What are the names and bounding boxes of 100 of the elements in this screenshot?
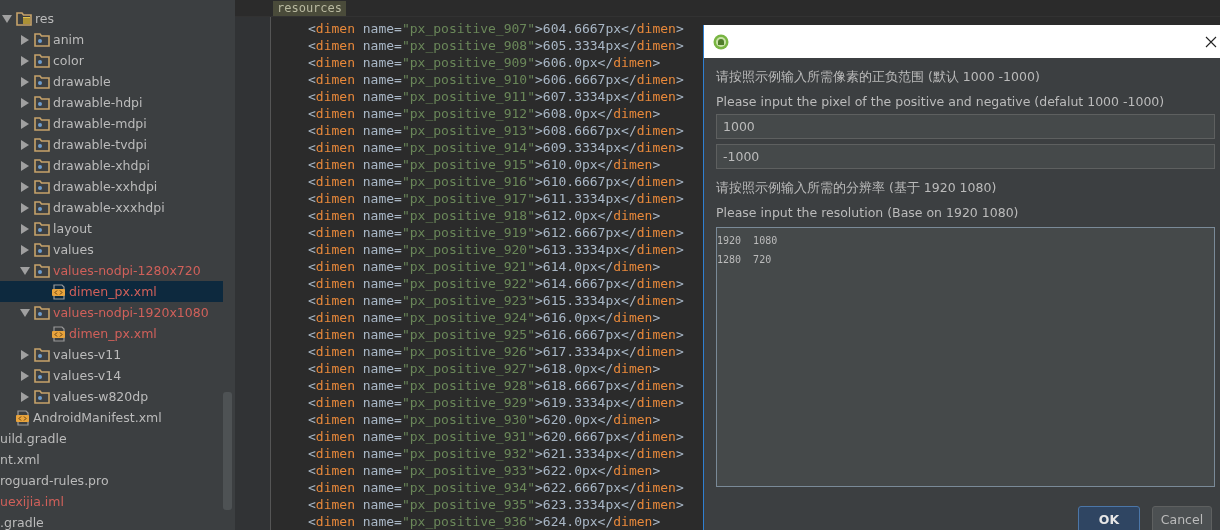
resolution-text-area[interactable]: 1920 1080 1280 720 (716, 227, 1215, 487)
tree-item[interactable]: drawable-mdpi (0, 113, 223, 134)
folder-icon (34, 200, 50, 215)
ok-button[interactable]: OK (1078, 506, 1140, 530)
folder-icon (34, 305, 50, 320)
caret-right-icon[interactable] (21, 139, 29, 150)
resolution-label: 请按照示例输入所需的分辨率 (基于 1920 1080) (716, 179, 998, 197)
code-line: <dimen name="px_positive_925">616.6667px</dimen> (308, 326, 684, 343)
tree-item[interactable]: res (0, 8, 223, 29)
tree-item[interactable]: AndroidManifest.xml (0, 407, 223, 428)
folder-icon (34, 242, 50, 257)
tree-item[interactable]: drawable-xhdpi (0, 155, 223, 176)
xml-file-icon (52, 325, 66, 342)
code-line: <dimen name="px_positive_934">622.6667px</dimen> (308, 479, 684, 496)
tree-item[interactable]: values-v14 (0, 365, 223, 386)
folder-icon (34, 95, 50, 110)
xml-file-icon (16, 409, 30, 426)
caret-right-icon[interactable] (21, 391, 29, 402)
caret-right-icon[interactable] (21, 34, 29, 45)
cancel-button[interactable]: Cancel (1152, 506, 1212, 530)
code-line: <dimen name="px_positive_912">608.0px</dimen> (308, 105, 662, 122)
negative-input-field[interactable]: -1000 (716, 144, 1215, 169)
tree-item[interactable]: layout (0, 218, 223, 239)
range-label: Please input the pixel of the positive and negative (defalut 1000 -1000) (716, 93, 1166, 111)
caret-right-icon[interactable] (21, 181, 29, 192)
folder-icon (34, 389, 50, 404)
tree-item[interactable]: drawable (0, 71, 223, 92)
folder-icon (34, 368, 50, 383)
close-icon[interactable] (1205, 35, 1217, 48)
folder-icon (34, 32, 50, 47)
code-line: <dimen name="px_positive_917">611.3334px</dimen> (308, 190, 684, 207)
folder-icon (34, 347, 50, 362)
folder-icon (34, 137, 50, 152)
caret-down-icon[interactable] (20, 308, 30, 317)
code-line: <dimen name="px_positive_922">614.6667px</dimen> (308, 275, 684, 292)
caret-right-icon[interactable] (21, 118, 29, 129)
code-line: <dimen name="px_positive_918">612.0px</dimen> (308, 207, 662, 224)
tree-item[interactable]: color (0, 50, 223, 71)
tree-item[interactable]: .gradle (0, 512, 223, 530)
folder-icon (34, 221, 50, 236)
code-line: <dimen name="px_positive_926">617.3334px</dimen> (308, 343, 684, 360)
folder-icon (34, 158, 50, 173)
code-line: <dimen name="px_positive_929">619.3334px</dimen> (308, 394, 684, 411)
code-line: <dimen name="px_positive_915">610.0px</dimen> (308, 156, 662, 173)
tree-item[interactable]: values-w820dp (0, 386, 223, 407)
code-line: <dimen name="px_positive_909">606.0px</dimen> (308, 54, 662, 71)
tree-item[interactable]: drawable-hdpi (0, 92, 223, 113)
caret-right-icon[interactable] (21, 223, 29, 234)
caret-right-icon[interactable] (21, 55, 29, 66)
code-line: <dimen name="px_positive_908">605.3334px</dimen> (308, 37, 684, 54)
folder-icon (34, 53, 50, 68)
code-line: <dimen name="px_positive_924">616.0px</dimen> (308, 309, 662, 326)
code-line: <dimen name="px_positive_935">623.3334px</dimen> (308, 496, 684, 513)
android-icon (713, 33, 729, 50)
code-line: <dimen name="px_positive_919">612.6667px</dimen> (308, 224, 684, 241)
range-label: 请按照示例输入所需像素的正负范围 (默认 1000 -1000) (716, 68, 1041, 86)
caret-right-icon[interactable] (21, 244, 29, 255)
code-line: <dimen name="px_positive_916">610.6667px</dimen> (308, 173, 684, 190)
tree-item[interactable]: nt.xml (0, 449, 223, 470)
resolution-line: 1280 720 (717, 253, 773, 267)
breadcrumb-tag[interactable]: resources (273, 1, 347, 16)
folder-icon (34, 74, 50, 89)
tree-item[interactable]: dimen_px.xml (0, 281, 223, 302)
tree-item[interactable]: anim (0, 29, 223, 50)
folder-icon (34, 116, 50, 131)
tree-item[interactable]: uild.gradle (0, 428, 223, 449)
code-line: <dimen name="px_positive_933">622.0px</dimen> (308, 462, 662, 479)
resolution-line: 1920 1080 (717, 234, 779, 248)
caret-down-icon[interactable] (20, 266, 30, 275)
caret-right-icon[interactable] (21, 370, 29, 381)
tree-item[interactable]: roguard-rules.pro (0, 470, 223, 491)
code-line: <dimen name="px_positive_910">606.6667px</dimen> (308, 71, 684, 88)
tree-item[interactable]: drawable-xxhdpi (0, 176, 223, 197)
code-line: <dimen name="px_positive_923">615.3334px</dimen> (308, 292, 684, 309)
tree-item[interactable]: drawable-tvdpi (0, 134, 223, 155)
code-line: <dimen name="px_positive_936">624.0px</dimen> (308, 513, 662, 530)
code-line: <dimen name="px_positive_907">604.6667px</dimen> (308, 20, 684, 37)
code-line: <dimen name="px_positive_921">614.0px</dimen> (308, 258, 662, 275)
caret-right-icon[interactable] (21, 76, 29, 87)
caret-down-icon[interactable] (2, 14, 12, 23)
resource-folder-icon (16, 11, 32, 26)
folder-icon (34, 179, 50, 194)
code-line: <dimen name="px_positive_928">618.6667px</dimen> (308, 377, 684, 394)
tree-item[interactable]: drawable-xxxhdpi (0, 197, 223, 218)
positive-input-field[interactable]: 1000 (716, 114, 1215, 139)
code-line: <dimen name="px_positive_914">609.3334px</dimen> (308, 139, 684, 156)
tree-item[interactable]: values-v11 (0, 344, 223, 365)
folder-icon (34, 263, 50, 278)
code-line: <dimen name="px_positive_927">618.0px</dimen> (308, 360, 662, 377)
resolution-label: Please input the resolution (Base on 1920 1080) (716, 204, 1020, 222)
tree-item[interactable]: dimen_px.xml (0, 323, 223, 344)
code-line: <dimen name="px_positive_911">607.3334px</dimen> (308, 88, 684, 105)
caret-right-icon[interactable] (21, 349, 29, 360)
code-line: <dimen name="px_positive_931">620.6667px</dimen> (308, 428, 684, 445)
caret-right-icon[interactable] (21, 160, 29, 171)
tree-item[interactable]: values (0, 239, 223, 260)
xml-file-icon (52, 283, 66, 300)
code-line: <dimen name="px_positive_920">613.3334px</dimen> (308, 241, 684, 258)
caret-right-icon[interactable] (21, 202, 29, 213)
caret-right-icon[interactable] (21, 97, 29, 108)
